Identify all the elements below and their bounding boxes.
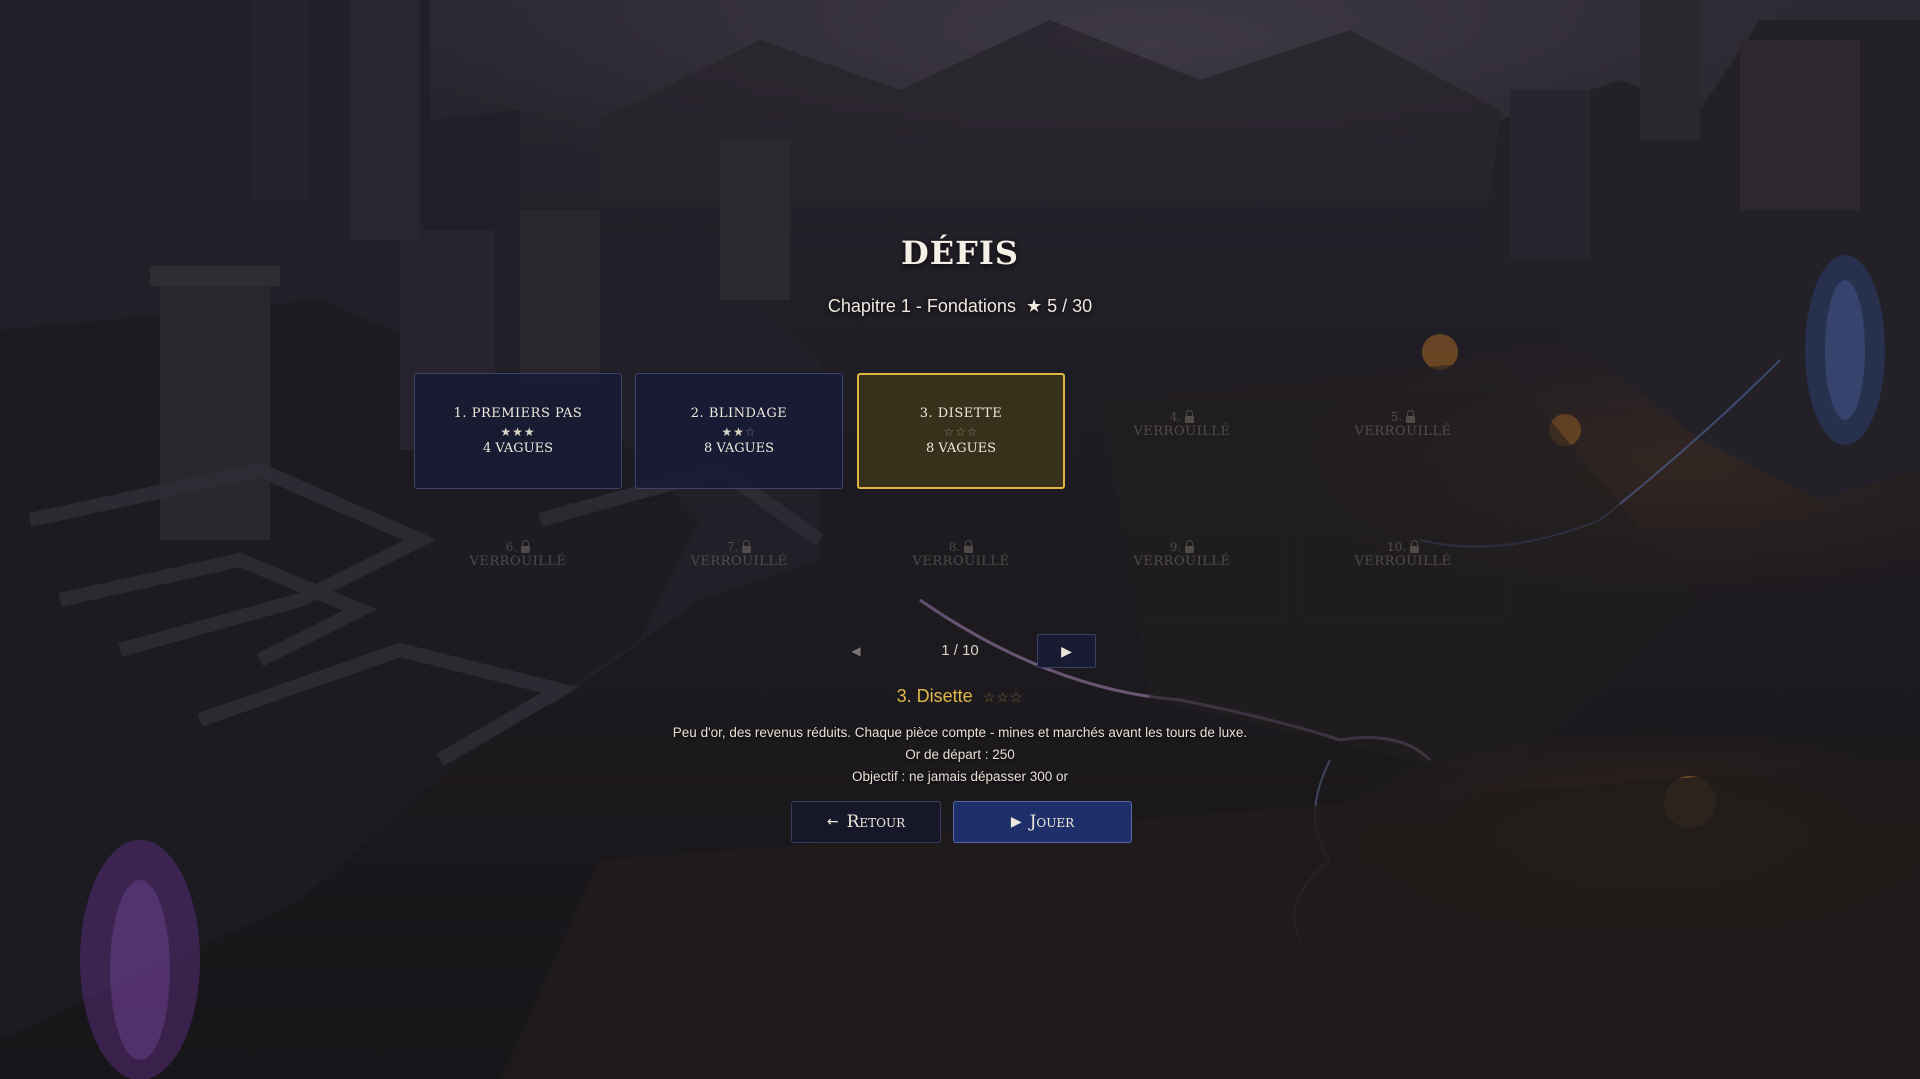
- level-name: 2. BLINDAGE: [690, 406, 788, 421]
- level-card-10: 10. VERROUILLÉ: [1299, 503, 1507, 619]
- level-number: 9.: [1169, 539, 1195, 554]
- level-card-6: 6. VERROUILLÉ: [414, 503, 622, 619]
- level-stars: ★★☆: [721, 425, 756, 439]
- chapter-star-total: ★ 5 / 30: [1025, 296, 1093, 316]
- level-number: 6.: [505, 539, 531, 554]
- level-card-8: 8. VERROUILLÉ: [857, 503, 1065, 619]
- page-title: DÉFIS: [901, 234, 1019, 272]
- locked-label: VERROUILLÉ: [1354, 424, 1452, 439]
- level-card-7: 7. VERROUILLÉ: [635, 503, 843, 619]
- pager-prev-icon[interactable]: ◀: [848, 643, 864, 659]
- level-card-2[interactable]: 2. BLINDAGE ★★☆ 8 VAGUES: [635, 373, 843, 489]
- lock-icon: [1185, 539, 1195, 553]
- locked-label: VERROUILLÉ: [1133, 554, 1231, 569]
- level-name: 1. PREMIERS PAS: [453, 406, 583, 421]
- lock-icon: [1410, 539, 1420, 553]
- locked-label: VERROUILLÉ: [469, 554, 567, 569]
- selected-level-title: 3. Disette ☆☆☆: [0, 686, 1920, 707]
- level-number-text: 10.: [1386, 540, 1407, 554]
- selected-level-name: 3. Disette: [896, 686, 973, 706]
- back-button[interactable]: ← Retour: [791, 801, 941, 843]
- level-card-1[interactable]: 1. PREMIERS PAS ★★★ 4 VAGUES: [414, 373, 622, 489]
- arrow-left-icon: ←: [826, 814, 839, 830]
- level-card-9: 9. VERROUILLÉ: [1078, 503, 1286, 619]
- play-button-label: Jouer: [1029, 812, 1075, 832]
- pager-next-button[interactable]: ▶: [1037, 634, 1096, 668]
- star-icon: ★★★: [500, 425, 536, 439]
- level-number-text: 9.: [1169, 540, 1182, 554]
- lock-icon: [742, 539, 752, 553]
- play-button[interactable]: ▶ Jouer: [953, 801, 1132, 843]
- starting-gold: Or de départ : 250: [905, 747, 1015, 762]
- locked-label: VERROUILLÉ: [1354, 554, 1452, 569]
- star-empty-icon: ☆☆☆: [943, 425, 979, 439]
- level-number: 4.: [1169, 409, 1195, 424]
- lock-icon: [521, 539, 531, 553]
- lock-icon: [964, 539, 974, 553]
- pager-indicator: 1 / 10: [941, 642, 979, 659]
- level-number-text: 4.: [1169, 410, 1182, 424]
- star-icon: ★★: [721, 425, 745, 439]
- level-number-text: 8.: [948, 540, 961, 554]
- locked-label: VERROUILLÉ: [690, 554, 788, 569]
- locked-label: VERROUILLÉ: [912, 554, 1010, 569]
- level-name: 3. DISETTE: [919, 406, 1003, 421]
- lock-icon: [1406, 409, 1416, 423]
- star-empty-icon: ☆: [744, 425, 757, 439]
- chapter-name: Chapitre 1 - Fondations: [827, 296, 1016, 316]
- level-card-4: 4. VERROUILLÉ: [1078, 373, 1286, 489]
- level-number-text: 7.: [726, 540, 739, 554]
- level-number-text: 6.: [505, 540, 518, 554]
- lock-icon: [1185, 409, 1195, 423]
- level-stars: ☆☆☆: [943, 425, 978, 439]
- locked-label: VERROUILLÉ: [1133, 424, 1231, 439]
- chapter-subtitle: Chapitre 1 - Fondations ★ 5 / 30: [0, 296, 1920, 317]
- level-waves: 8 VAGUES: [925, 441, 997, 456]
- level-card-5: 5. VERROUILLÉ: [1299, 373, 1507, 489]
- level-waves: 4 VAGUES: [482, 441, 554, 456]
- star-icon: ☆☆☆: [982, 689, 1024, 705]
- level-stars: ★★★: [500, 425, 535, 439]
- level-number: 8.: [948, 539, 974, 554]
- level-waves: 8 VAGUES: [703, 441, 775, 456]
- level-description: Peu d'or, des revenus réduits. Chaque pi…: [672, 725, 1248, 740]
- level-number: 5.: [1390, 409, 1416, 424]
- play-icon: ▶: [1010, 814, 1022, 830]
- level-objective: Objectif : ne jamais dépasser 300 or: [851, 769, 1069, 784]
- level-number-text: 5.: [1390, 410, 1403, 424]
- level-number: 10.: [1386, 539, 1420, 554]
- back-button-label: Retour: [846, 812, 906, 832]
- level-number: 7.: [726, 539, 752, 554]
- level-card-3[interactable]: 3. DISETTE ☆☆☆ 8 VAGUES: [857, 373, 1065, 489]
